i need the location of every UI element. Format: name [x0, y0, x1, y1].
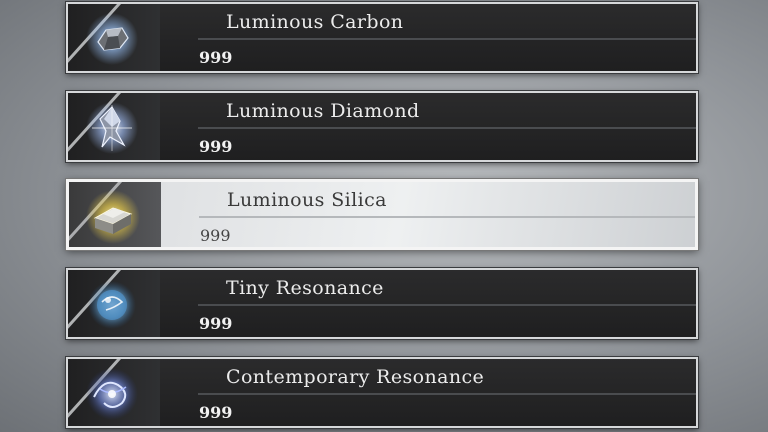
- item-name: Contemporary Resonance: [226, 366, 485, 388]
- item-count: 999: [199, 403, 233, 422]
- item-count: 999: [200, 226, 231, 245]
- item-name: Luminous Carbon: [226, 11, 404, 33]
- material-list: Luminous Carbon 999 Luminous Diamond 999…: [66, 0, 700, 432]
- row-divider: [198, 304, 696, 306]
- carbon-ore-icon: [82, 12, 142, 66]
- item-name: Luminous Diamond: [226, 100, 420, 122]
- material-item-luminous-silica[interactable]: Luminous Silica 999: [66, 179, 698, 250]
- row-divider: [198, 393, 696, 395]
- material-item-contemporary-resonance[interactable]: Contemporary Resonance 999: [66, 357, 698, 428]
- row-divider: [199, 216, 695, 218]
- item-count: 999: [199, 314, 233, 333]
- silica-ingot-icon: [83, 190, 143, 244]
- material-item-luminous-carbon[interactable]: Luminous Carbon 999: [66, 2, 698, 73]
- diamond-crystal-icon: [82, 101, 142, 155]
- material-item-tiny-resonance[interactable]: Tiny Resonance 999: [66, 268, 698, 339]
- item-name: Tiny Resonance: [226, 277, 384, 299]
- item-count: 999: [199, 48, 233, 67]
- row-divider: [198, 127, 696, 129]
- item-name: Luminous Silica: [227, 189, 387, 211]
- item-count: 999: [199, 137, 233, 156]
- resonance-orb-icon: [82, 278, 142, 332]
- row-divider: [198, 38, 696, 40]
- resonance-swirl-icon: [82, 367, 142, 421]
- material-item-luminous-diamond[interactable]: Luminous Diamond 999: [66, 91, 698, 162]
